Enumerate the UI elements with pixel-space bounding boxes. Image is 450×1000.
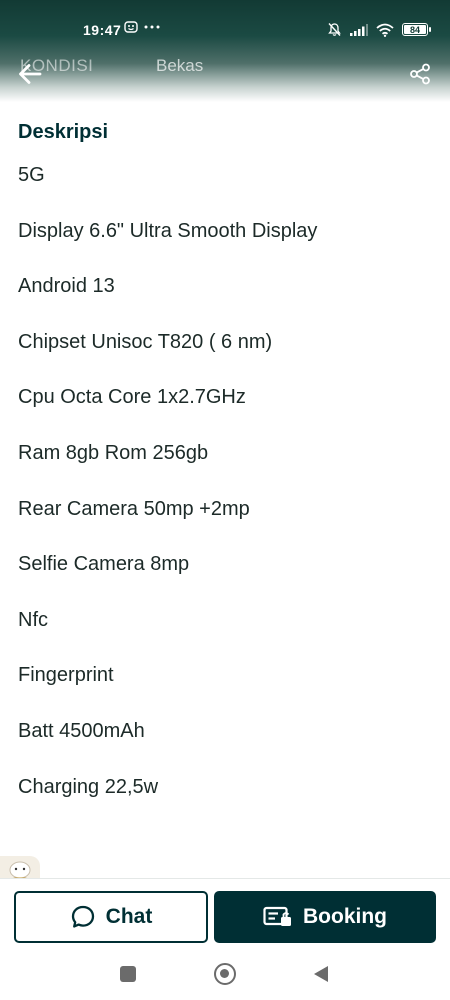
chat-bubble-icon xyxy=(71,905,94,928)
list-item: 5G xyxy=(18,164,45,186)
booking-button-label: Booking xyxy=(303,905,387,928)
back-button[interactable] xyxy=(14,58,46,90)
list-item: Batt 4500mAh xyxy=(18,719,145,742)
more-dots-icon xyxy=(144,25,160,29)
battery-level: 84 xyxy=(409,24,420,35)
chat-button-label: Chat xyxy=(105,905,153,928)
kondisi-value: Bekas xyxy=(156,56,204,75)
list-item: Charging 22,5w xyxy=(18,775,159,798)
wifi-icon xyxy=(376,23,394,37)
list-item: Chipset Unisoc T820 ( 6 nm) xyxy=(18,330,273,353)
arrow-left-icon xyxy=(19,64,42,84)
list-item: Ram 8gb Rom 256gb xyxy=(18,441,209,464)
system-navigation-bar xyxy=(0,950,450,1000)
status-time: 19:47 xyxy=(83,22,122,38)
system-back-button[interactable] xyxy=(314,966,328,982)
battery-icon: 84 xyxy=(402,23,431,36)
share-button[interactable] xyxy=(404,58,436,90)
mute-bell-icon xyxy=(328,23,341,36)
list-item: Cpu Octa Core 1x2.7GHz xyxy=(18,386,246,409)
description-list: 5G Display 6.6" Ultra Smooth Display And… xyxy=(18,162,432,829)
home-button[interactable] xyxy=(214,963,236,985)
signal-icon xyxy=(350,23,368,36)
chat-button[interactable]: Chat xyxy=(14,891,208,943)
description-section: Deskripsi 5G Display 6.6" Ultra Smooth D… xyxy=(18,116,432,829)
list-item: Android 13 xyxy=(18,275,115,298)
list-item: Display 6.6" Ultra Smooth Display xyxy=(18,219,318,242)
bottom-action-bar: Chat Booking xyxy=(0,878,450,950)
list-item: Fingerprint xyxy=(18,664,114,687)
list-item: Rear Camera 50mp +2mp xyxy=(18,497,250,520)
header-backdrop: 19:47 84 KONDISI Bekas xyxy=(0,0,450,102)
share-icon xyxy=(410,63,430,85)
booking-icon xyxy=(263,906,291,926)
list-item: Selfie Camera 8mp xyxy=(18,553,190,576)
recent-apps-button[interactable] xyxy=(120,966,136,982)
list-item: Nfc xyxy=(18,608,48,631)
status-bar: 19:47 84 xyxy=(0,18,450,44)
emoji-notification-icon xyxy=(124,21,138,33)
section-title: Deskripsi xyxy=(18,121,109,143)
booking-button[interactable]: Booking xyxy=(214,891,436,943)
app-bar: KONDISI Bekas xyxy=(0,50,450,96)
